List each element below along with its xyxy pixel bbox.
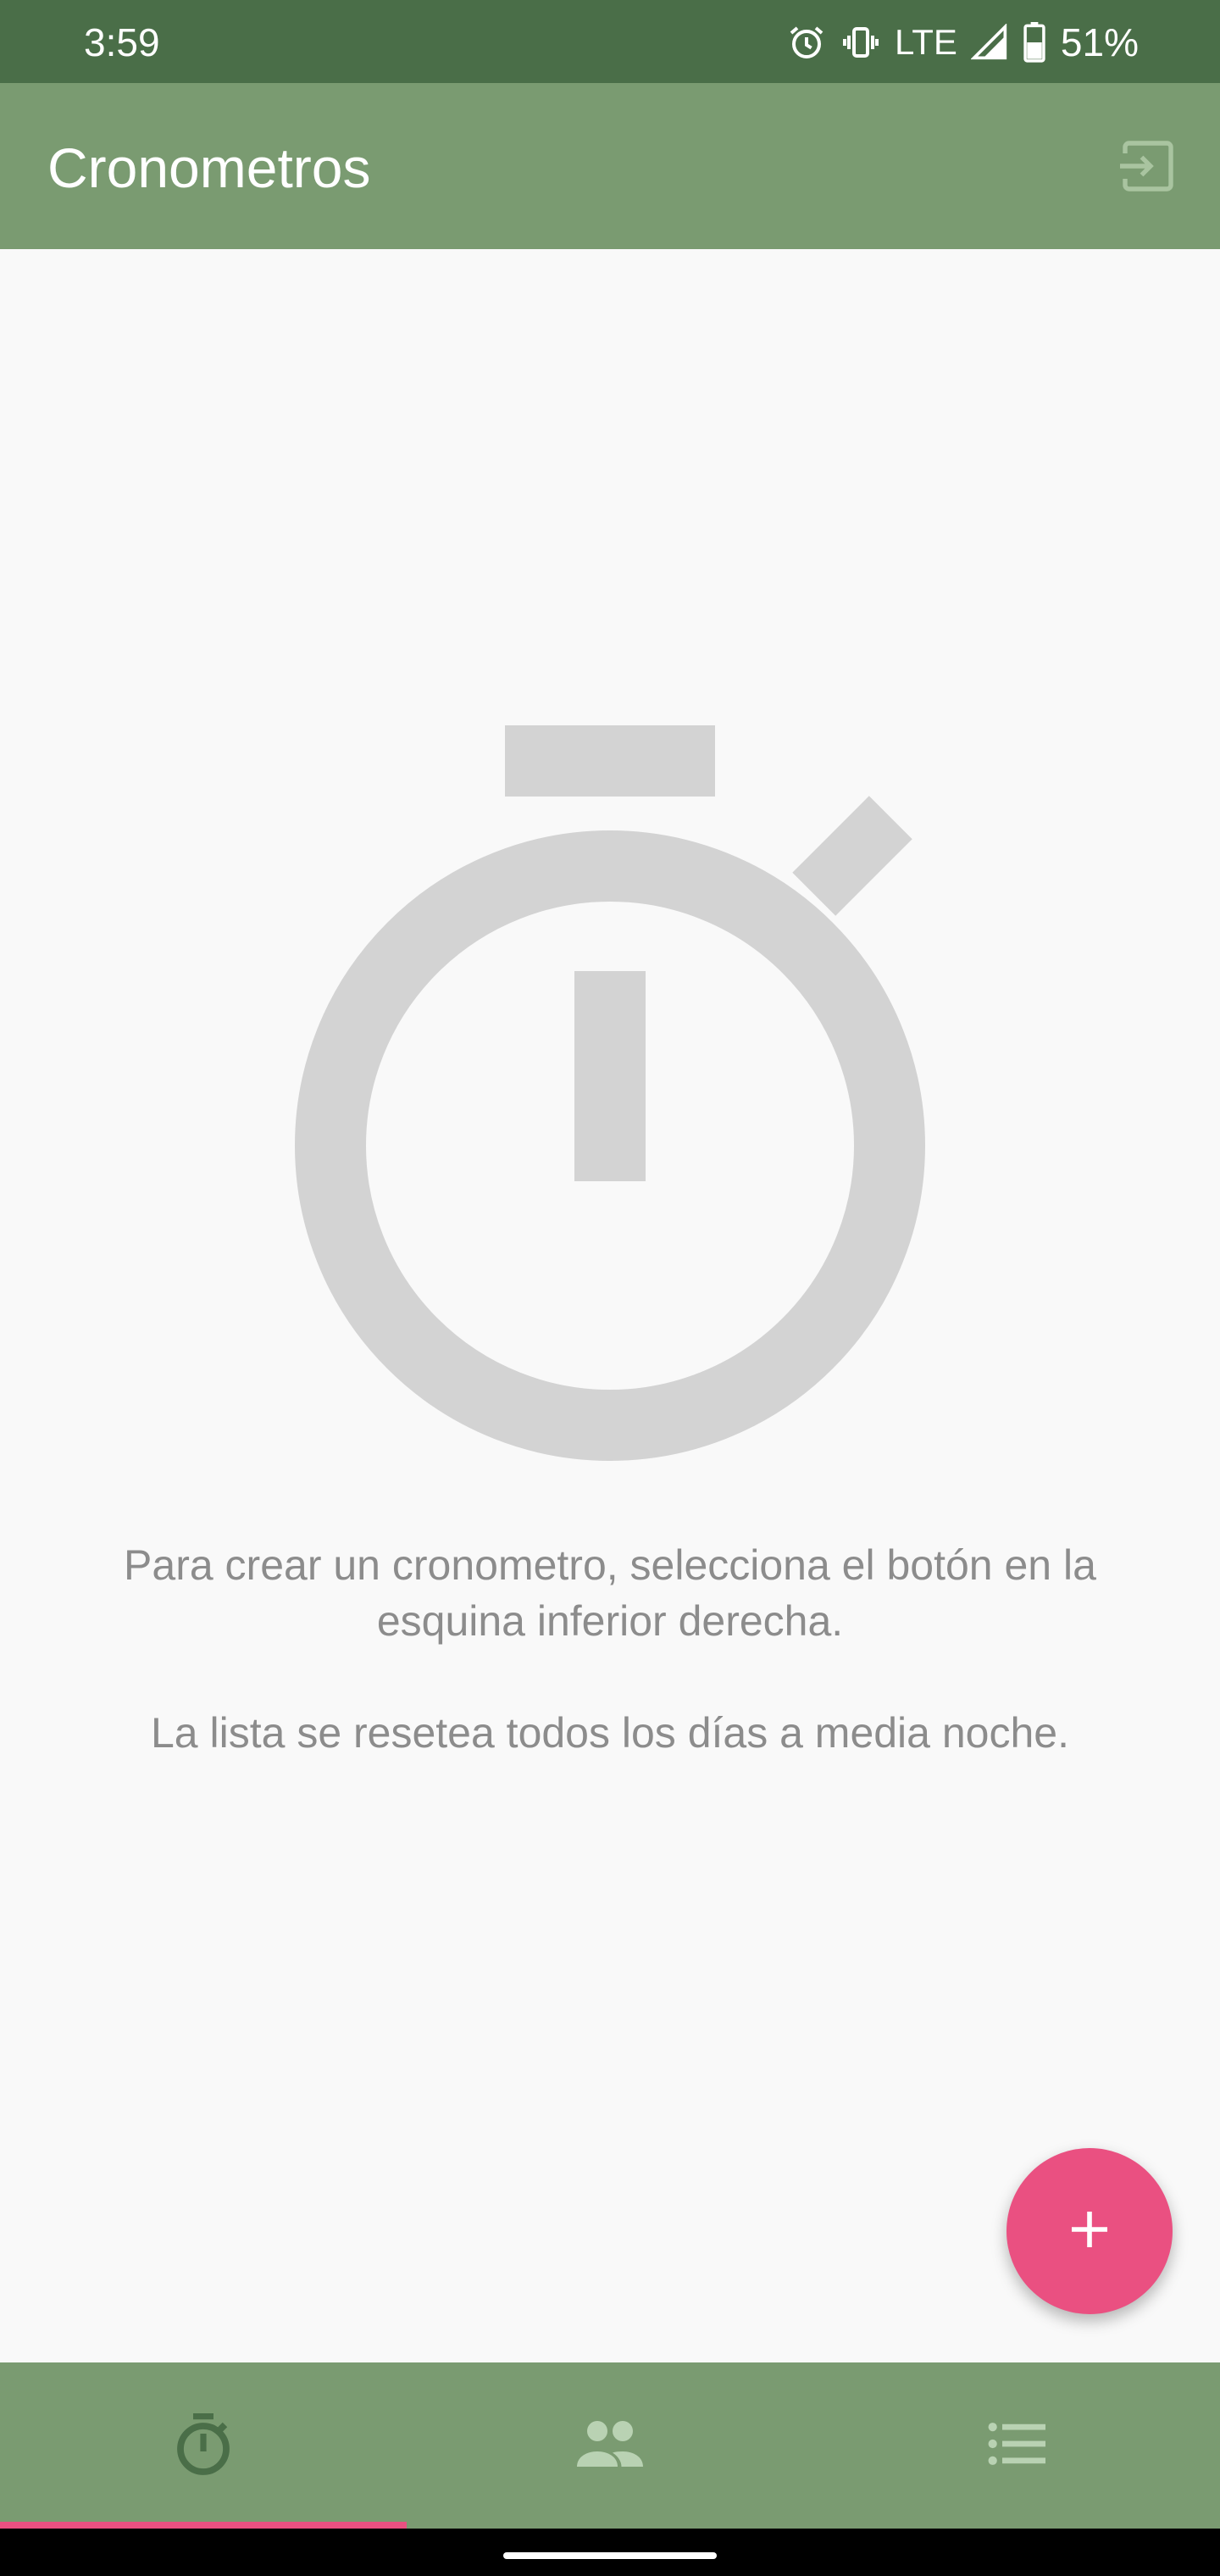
nav-item-people[interactable] <box>407 2362 813 2529</box>
nav-selected-indicator <box>0 2522 407 2529</box>
people-icon <box>574 2418 646 2473</box>
logout-icon <box>1117 137 1178 199</box>
status-bar: 3:59 LTE 51% <box>0 0 1220 83</box>
battery-percent: 51% <box>1060 20 1139 64</box>
page-title: Cronometros <box>47 136 371 199</box>
alarm-icon <box>786 22 827 63</box>
timer-icon <box>173 2410 234 2482</box>
vibrate-icon <box>840 22 881 63</box>
empty-state-instruction: Para crear un cronometro, selecciona el … <box>124 1541 1096 1645</box>
empty-state-reset-note: La lista se resetea todos los días a med… <box>151 1709 1069 1757</box>
nav-item-list[interactable] <box>813 2362 1220 2529</box>
network-type: LTE <box>895 22 957 62</box>
plus-icon <box>1066 2206 1113 2257</box>
status-time: 3:59 <box>84 20 160 64</box>
system-nav-bar <box>0 2529 1220 2576</box>
logout-button[interactable] <box>1110 136 1186 200</box>
main-content: Para crear un cronometro, selecciona el … <box>0 249 1220 2362</box>
signal-icon <box>970 24 1008 61</box>
add-stopwatch-button[interactable] <box>1006 2148 1173 2314</box>
battery-icon <box>1022 22 1047 63</box>
stopwatch-icon <box>288 725 932 1471</box>
nav-item-stopwatches[interactable] <box>0 2362 407 2529</box>
bottom-nav <box>0 2362 1220 2529</box>
home-handle[interactable] <box>503 2552 717 2559</box>
app-bar: Cronometros <box>0 83 1220 249</box>
list-icon <box>988 2418 1045 2473</box>
status-icons: LTE 51% <box>786 20 1139 64</box>
